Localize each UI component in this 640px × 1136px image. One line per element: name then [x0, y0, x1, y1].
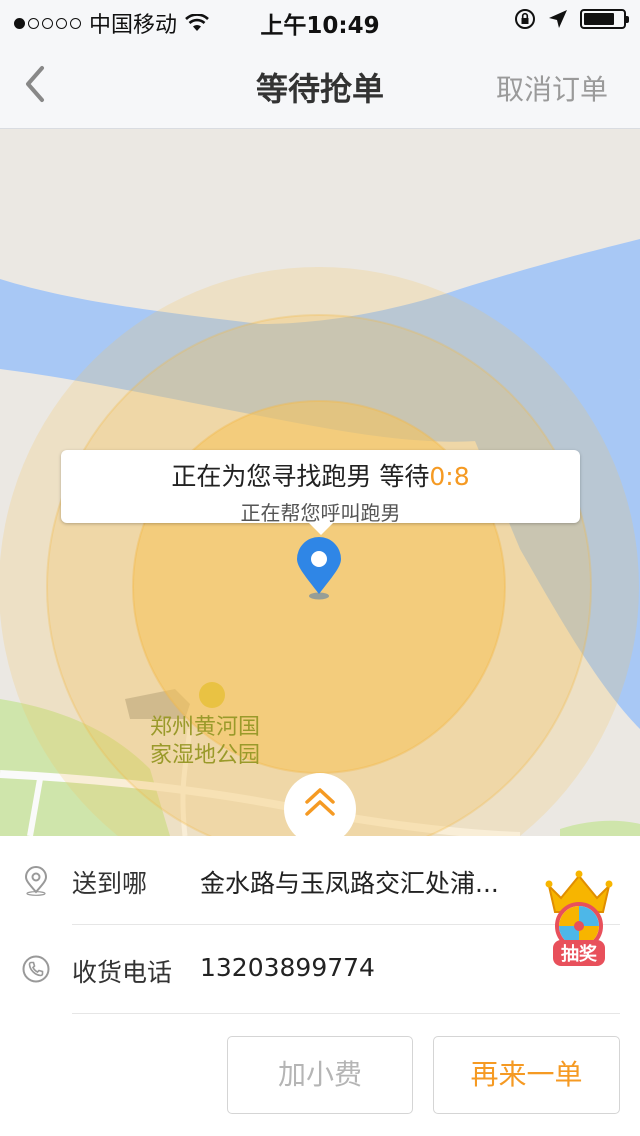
phone-label: 收货电话	[72, 958, 173, 987]
add-tip-button[interactable]: 加小费	[227, 1036, 413, 1114]
park-poi-icon	[199, 682, 225, 708]
lottery-wheel-icon[interactable]: 抽奖	[543, 868, 615, 968]
wait-timer: 0:8	[429, 462, 470, 491]
expand-panel-button[interactable]	[284, 773, 356, 845]
double-chevron-up-icon	[305, 788, 335, 816]
cancel-order-button[interactable]: 取消订单	[496, 68, 608, 108]
status-bar: 中国移动 上午10:49	[0, 0, 640, 40]
order-info-panel: 送到哪 金水路与玉凤路交汇处浦... 收货电话 13203899774 加小费 …	[0, 836, 640, 1136]
location-pin-outline-icon	[24, 866, 48, 896]
phone-icon	[22, 955, 50, 983]
navigation-bar: 等待抢单 取消订单	[0, 40, 640, 129]
phone-value: 13203899774	[200, 953, 375, 982]
searching-status-bubble: 正在为您寻找跑男 等待0:8 正在帮您呼叫跑男	[61, 450, 580, 535]
destination-value: 金水路与玉凤路交汇处浦...	[200, 869, 499, 898]
search-status-subtitle: 正在帮您呼叫跑男	[240, 501, 401, 525]
lottery-label: 抽奖	[561, 943, 598, 965]
park-poi-label: 郑州黄河国 家湿地公园	[150, 715, 261, 768]
divider	[72, 1013, 620, 1014]
battery-icon	[580, 9, 629, 29]
destination-label: 送到哪	[72, 869, 148, 898]
search-status-text: 正在为您寻找跑男 等待	[171, 462, 430, 491]
rotation-lock-icon	[515, 9, 535, 29]
reorder-button[interactable]: 再来一单	[433, 1036, 620, 1114]
map-view[interactable]: 正在为您寻找跑男 等待0:8 正在帮您呼叫跑男 郑州黄河国 家湿地公园	[0, 129, 640, 836]
location-arrow-icon	[549, 10, 567, 28]
